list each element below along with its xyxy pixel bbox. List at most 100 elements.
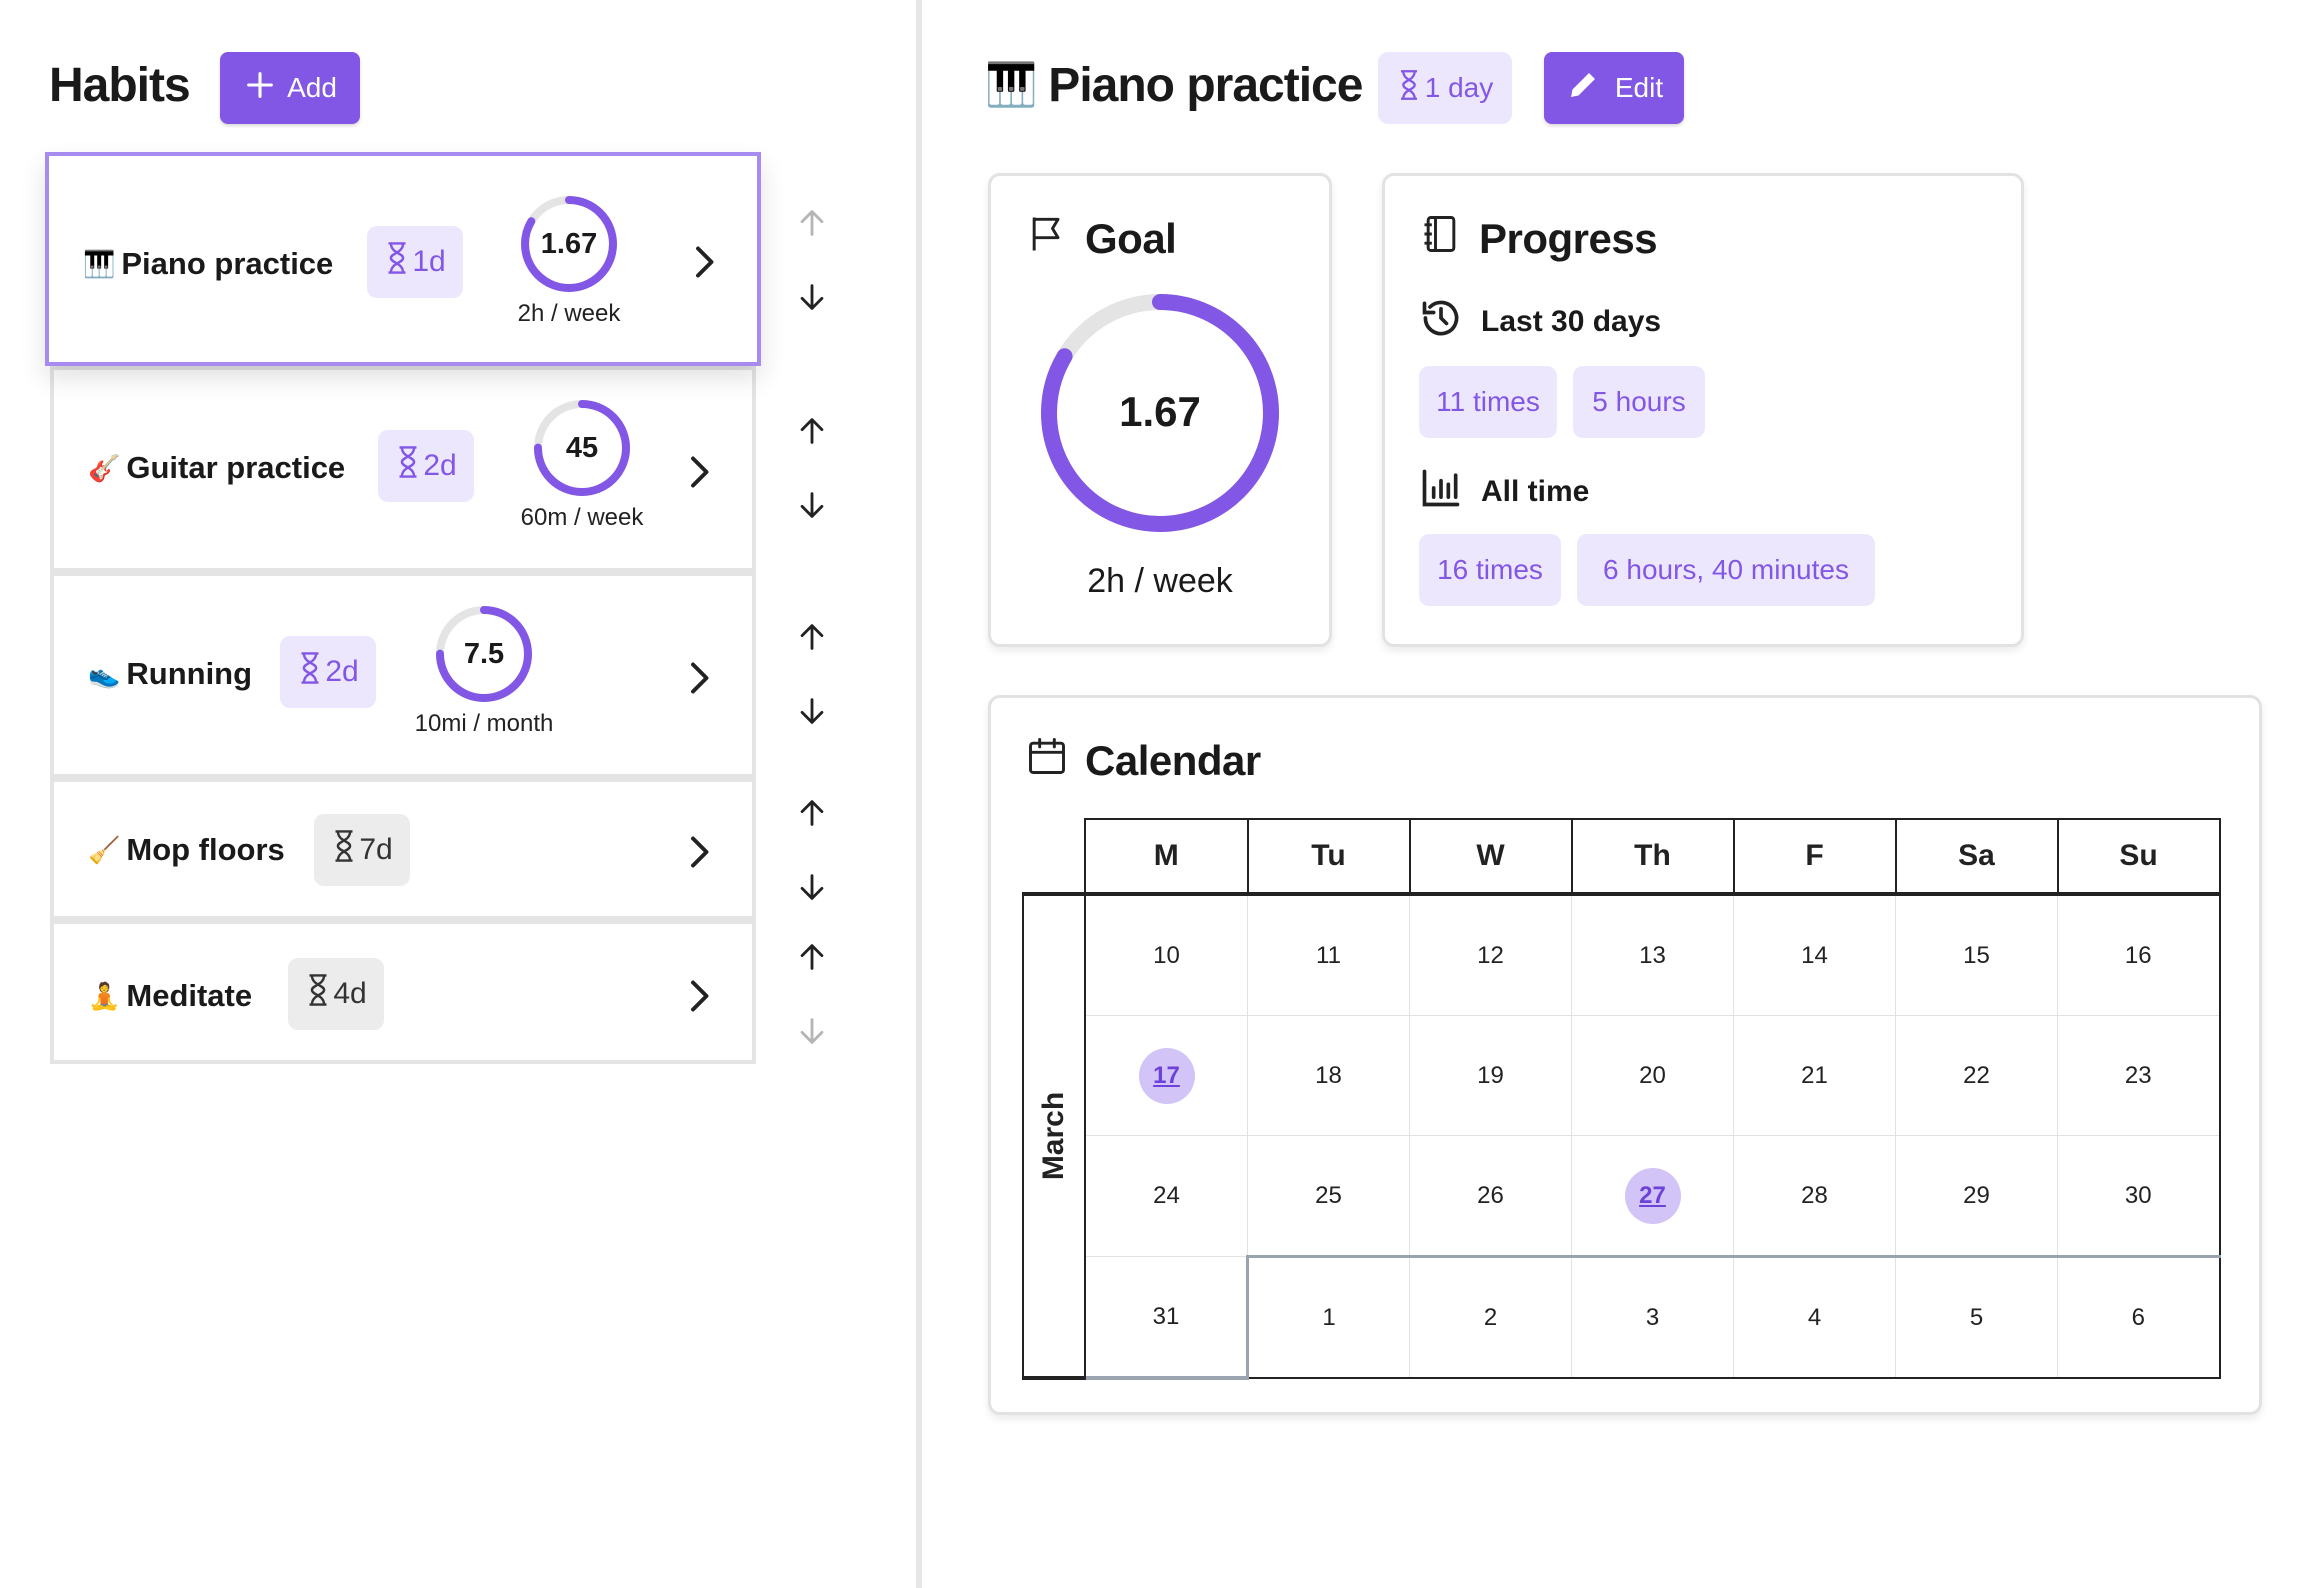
day-number: 1 (1322, 1303, 1336, 1331)
piano-emoji-icon: 🎹 (83, 248, 116, 279)
day-number: 13 (1639, 941, 1666, 969)
interval-badge: 2d (378, 430, 474, 502)
all-time-duration-pill: 6 hours, 40 minutes (1577, 534, 1875, 606)
progress-title: Progress (1479, 215, 1658, 262)
calendar-day: 31 (1084, 1256, 1249, 1380)
interval-text: 4d (333, 977, 367, 1010)
hourglass-icon (331, 829, 357, 871)
hourglass-icon (297, 651, 323, 693)
move-up-arrow-icon[interactable] (795, 940, 829, 974)
day-number: 4 (1807, 1303, 1822, 1331)
add-habit-button[interactable]: Add (220, 52, 360, 124)
hourglass-icon (1397, 69, 1421, 108)
interval-badge: 1d (367, 226, 463, 298)
day-number: 6 (2131, 1303, 2145, 1331)
last-30-days-label: Last 30 days (1481, 305, 1662, 338)
day-number: 12 (1477, 941, 1504, 969)
month-cell: March (1022, 893, 1086, 1380)
day-number: 19 (1477, 1061, 1504, 1089)
chevron-right-icon[interactable] (689, 244, 719, 280)
month-label: March (1037, 1091, 1070, 1181)
habit-name: Guitar practice (126, 450, 346, 485)
shoe-emoji-icon: 👟 (88, 658, 121, 689)
calendar-day: 28 (1733, 1135, 1896, 1257)
habit-title: 🎸 Guitar practice (88, 450, 345, 486)
goal-ring: 1.67 (519, 194, 619, 294)
move-up-arrow-icon[interactable] (795, 414, 829, 448)
day-number: 26 (1477, 1181, 1504, 1209)
move-down-arrow-icon (800, 1018, 824, 1044)
habit-card-mop-floors[interactable]: 🧹 Mop floors 7d (50, 778, 756, 920)
habit-card-guitar[interactable]: 🎸 Guitar practice 2d 45 60m / week (50, 366, 756, 572)
habit-card-running[interactable]: 👟 Running 2d 7.5 10mi / month (50, 572, 756, 778)
move-up-arrow-icon (800, 210, 824, 236)
move-down-arrow-icon[interactable] (795, 694, 829, 728)
goal-title: Goal (1085, 215, 1177, 262)
goal-value: 1.67 (1119, 388, 1201, 435)
calendar-day: 10 (1084, 893, 1248, 1016)
move-down-arrow-icon[interactable] (795, 488, 829, 522)
habit-title: 🧘 Meditate (88, 978, 252, 1014)
last-30-days-heading: Last 30 days (1419, 296, 1661, 348)
habit-card-meditate[interactable]: 🧘 Meditate 4d (50, 920, 756, 1064)
habit-card-piano[interactable]: 🎹 Piano practice 1d 1.67 2h / week (45, 152, 761, 366)
calendar-day: 3 (1571, 1255, 1734, 1379)
calendar-day: 13 (1571, 893, 1734, 1016)
calendar-day: 15 (1895, 893, 2058, 1016)
pane-divider[interactable] (916, 0, 922, 1588)
calendar-day: 19 (1409, 1015, 1572, 1136)
weekday-header: F (1732, 818, 1897, 896)
move-down-arrow-icon[interactable] (795, 870, 829, 904)
move-up-arrow-icon[interactable] (795, 796, 829, 830)
habits-title: Habits (49, 59, 191, 112)
day-number: 18 (1315, 1061, 1342, 1089)
habit-name: Meditate (126, 978, 253, 1013)
chevron-right-icon[interactable] (684, 834, 714, 870)
history-icon (1419, 296, 1463, 348)
day-number: 30 (2124, 1181, 2152, 1209)
bar-chart-icon (1419, 466, 1463, 518)
plus-icon (243, 68, 277, 109)
edit-button[interactable]: Edit (1544, 52, 1684, 124)
calendar-day: 17 (1084, 1015, 1248, 1136)
interval-badge: 2d (280, 636, 376, 708)
hourglass-icon (305, 973, 331, 1015)
detail-title: 🎹 Piano practice (985, 58, 1363, 113)
calendar-day: 30 (2057, 1135, 2221, 1257)
day-number: 10 (1153, 941, 1180, 969)
flag-icon (1025, 212, 1069, 266)
add-habit-label: Add (287, 72, 337, 103)
weekday-header: W (1408, 818, 1573, 896)
calendar-day: 6 (2057, 1255, 2221, 1379)
recent-duration-pill: 5 hours (1573, 366, 1705, 438)
interval-badge: 1 day (1378, 52, 1512, 124)
day-number: 14 (1801, 941, 1828, 969)
interval-badge: 7d (314, 814, 410, 886)
day-number: 16 (2124, 941, 2152, 969)
calendar-day: 25 (1247, 1135, 1410, 1257)
calendar-day: 18 (1247, 1015, 1410, 1136)
day-number-logged[interactable]: 17 (1138, 1047, 1195, 1104)
day-number: 25 (1315, 1181, 1342, 1209)
calendar-day: 1 (1247, 1255, 1410, 1379)
day-number: 28 (1801, 1181, 1828, 1209)
day-number: 21 (1801, 1061, 1828, 1089)
move-down-arrow-icon[interactable] (795, 280, 829, 314)
recent-times-pill: 11 times (1419, 366, 1557, 438)
all-time-heading: All time (1419, 466, 1589, 518)
all-time-label: All time (1481, 475, 1590, 508)
weekday-header: Su (2056, 818, 2221, 896)
chevron-right-icon[interactable] (684, 454, 714, 490)
calendar-title: Calendar (1085, 737, 1261, 784)
calendar-grid: M Tu W Th F Sa Su March 10 11 12 13 14 1… (1022, 818, 2221, 1380)
weekday-header: Tu (1246, 818, 1411, 896)
goal-panel: Goal 1.67 2h / week (988, 173, 1332, 647)
calendar-day: 22 (1895, 1015, 2058, 1136)
calendar-day: 12 (1409, 893, 1572, 1016)
move-up-arrow-icon[interactable] (795, 620, 829, 654)
interval-text: 2d (423, 449, 457, 482)
chevron-right-icon[interactable] (684, 978, 714, 1014)
chevron-right-icon[interactable] (684, 660, 714, 696)
all-time-times-pill: 16 times (1419, 534, 1561, 606)
day-number-logged[interactable]: 27 (1624, 1167, 1681, 1224)
